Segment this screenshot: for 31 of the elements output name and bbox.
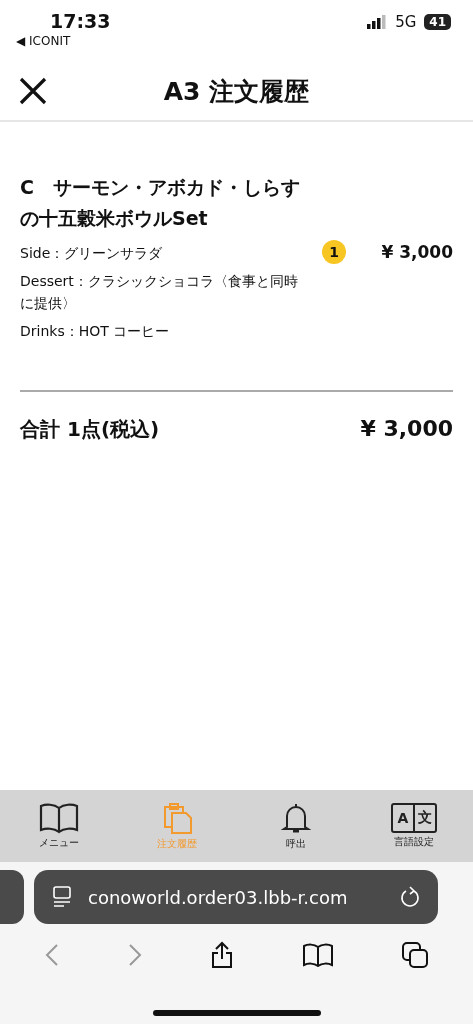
close-icon[interactable] — [18, 76, 48, 106]
nav-tab[interactable]: 呼出 — [236, 790, 355, 862]
status-time: 17:33 — [50, 10, 111, 32]
item-name: C サーモン・アボカド・しらすの十五穀米ボウルSet — [20, 175, 301, 231]
nav-tab[interactable]: メニュー — [0, 790, 119, 862]
share-icon[interactable] — [211, 941, 234, 969]
address-bar[interactable]: conoworld.order03.lbb-r.com — [34, 870, 438, 924]
tabs-icon[interactable] — [402, 942, 429, 968]
page-title: A3 注文履歴 — [163, 75, 310, 108]
book-icon — [39, 802, 80, 834]
bell-icon — [280, 801, 311, 835]
item-option: Side：グリーンサラダ — [20, 242, 304, 264]
network-label: 5G — [395, 13, 417, 31]
battery-level: 41 — [424, 14, 451, 30]
forward-icon[interactable] — [128, 943, 143, 967]
item-option: Drinks：HOT コーヒー — [20, 320, 304, 342]
total-amount: ¥ 3,000 — [360, 416, 453, 443]
bookmarks-icon[interactable] — [302, 943, 333, 967]
item-option: Dessert：クラシックショコラ〈食事と同時に提供〉 — [20, 270, 304, 314]
item-price: ¥ 3,000 — [381, 242, 453, 264]
tab-preview[interactable] — [0, 870, 24, 924]
back-icon[interactable] — [44, 943, 59, 967]
language-icon: A 文 — [390, 803, 437, 833]
page-menu-icon — [52, 886, 72, 908]
nav-tab[interactable]: A 文 言語設定 — [354, 790, 473, 862]
back-to-app-link[interactable]: ◀ ICONIT — [16, 34, 111, 48]
clipboard-icon — [161, 801, 194, 835]
reload-icon[interactable] — [400, 886, 420, 908]
total-label: 合計 1点(税込) — [20, 416, 160, 443]
quantity-badge: 1 — [322, 240, 346, 264]
signal-icon — [367, 15, 388, 29]
